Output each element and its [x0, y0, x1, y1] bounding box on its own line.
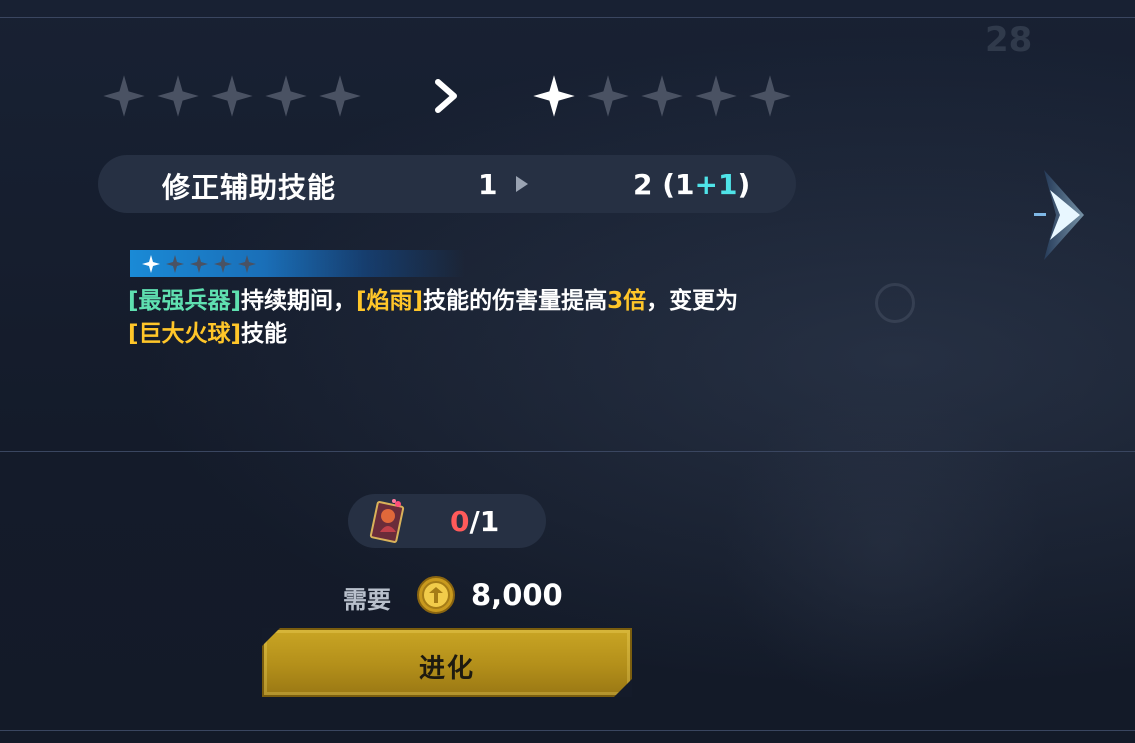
background-figure	[720, 380, 1050, 710]
top-divider	[0, 17, 1135, 18]
gold-coin-icon	[417, 576, 455, 614]
star-filled-icon	[142, 255, 160, 273]
star-icon	[528, 70, 580, 122]
skill-description: [最强兵器]持续期间，[焰雨]技能的伤害量提高3倍，变更为[巨大火球]技能	[128, 288, 739, 347]
ghost-upgrade-icon	[875, 283, 915, 323]
next-star-row	[528, 70, 796, 122]
star-filled-icon	[533, 75, 575, 117]
star-icon	[164, 253, 186, 275]
star-icon	[212, 253, 234, 275]
star-empty-icon	[214, 255, 232, 273]
star-icon	[314, 70, 366, 122]
skill-level-bonus: +1	[694, 168, 738, 201]
star-empty-icon	[211, 75, 253, 117]
ghost-level: 28	[985, 20, 1033, 60]
star-tier-stars	[140, 253, 258, 275]
star-icon	[636, 70, 688, 122]
chevron-right-icon	[435, 79, 457, 113]
star-empty-icon	[190, 255, 208, 273]
star-icon	[206, 70, 258, 122]
star-empty-icon	[695, 75, 737, 117]
star-empty-icon	[238, 255, 256, 273]
star-empty-icon	[587, 75, 629, 117]
material-have: 0	[450, 505, 470, 538]
skill-level-from: 1	[478, 168, 498, 201]
next-page-arrow-icon[interactable]	[1034, 165, 1094, 265]
star-icon	[98, 70, 150, 122]
current-star-row	[98, 70, 366, 122]
star-icon	[188, 253, 210, 275]
material-card-icon[interactable]	[368, 498, 408, 544]
material-count: 0/1	[450, 505, 499, 538]
star-icon	[582, 70, 634, 122]
middle-divider	[0, 451, 1135, 452]
bottom-divider	[0, 730, 1135, 731]
cost-amount: 8,000	[471, 578, 563, 612]
star-icon	[152, 70, 204, 122]
cost-label: 需要	[343, 586, 391, 614]
star-icon	[690, 70, 742, 122]
star-empty-icon	[157, 75, 199, 117]
star-empty-icon	[319, 75, 361, 117]
button-corner	[262, 628, 280, 646]
evolve-button-label: 进化	[418, 654, 475, 684]
star-icon	[744, 70, 796, 122]
skill-name: 修正辅助技能	[162, 171, 337, 204]
material-need: /1	[469, 505, 500, 538]
level-arrow-icon	[516, 176, 528, 192]
evolve-button[interactable]: 进化	[262, 628, 632, 697]
skill-level-to: 2 (1+1)	[633, 168, 751, 201]
star-empty-icon	[103, 75, 145, 117]
star-empty-icon	[641, 75, 683, 117]
star-empty-icon	[265, 75, 307, 117]
star-icon	[236, 253, 258, 275]
star-icon	[260, 70, 312, 122]
star-icon	[140, 253, 162, 275]
star-empty-icon	[749, 75, 791, 117]
star-empty-icon	[166, 255, 184, 273]
